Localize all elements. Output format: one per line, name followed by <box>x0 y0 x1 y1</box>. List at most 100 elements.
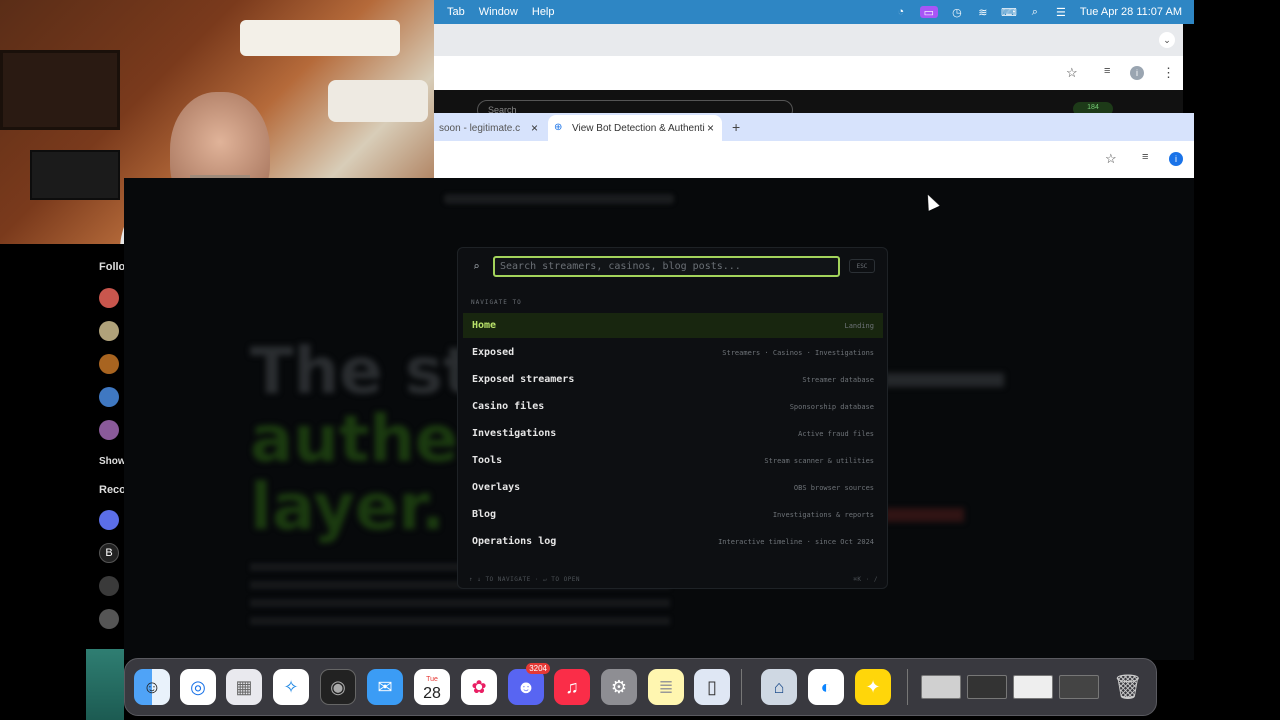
item-desc: Stream scanner & utilities <box>764 456 874 465</box>
peek-badge: 184 <box>1073 102 1113 113</box>
screen-record-icon[interactable]: ▭ <box>919 6 938 19</box>
browser-toolbar: ☆ ≡ i ⋮ <box>434 56 1183 90</box>
bookmark-star-icon[interactable]: ☆ <box>1066 65 1078 81</box>
palette-item-home[interactable]: Home Landing <box>463 313 883 338</box>
screen-recorder-icon[interactable]: ◉ <box>320 669 356 705</box>
command-palette: ⌕ ESC NAVIGATE TO Home Landing Exposed S… <box>457 247 888 589</box>
wifi-icon[interactable]: ≋ <box>976 6 990 19</box>
reading-list-icon[interactable]: ≡ <box>1104 65 1110 77</box>
calendar-icon[interactable]: Tue 28 <box>414 669 450 705</box>
channel-avatar[interactable] <box>99 321 119 341</box>
channel-avatar[interactable]: B <box>99 543 119 563</box>
channel-avatar[interactable] <box>99 288 119 308</box>
palette-item-tools[interactable]: Tools Stream scanner & utilities <box>463 448 883 473</box>
device-app-icon[interactable]: ▯ <box>694 669 730 705</box>
menu-tab[interactable]: Tab <box>446 6 466 18</box>
tab-legitimate[interactable]: soon - legitimate.c × <box>434 115 546 141</box>
marine-radio <box>30 150 120 200</box>
item-name: Casino files <box>472 401 545 412</box>
tab-view-bot-detection[interactable]: ⊕ View Bot Detection & Authenti × <box>548 115 722 141</box>
notes-icon[interactable]: ≣ <box>648 669 684 705</box>
stereo-panel <box>0 50 120 130</box>
tab-title: soon - legitimate.c <box>439 122 521 134</box>
channel-avatar[interactable] <box>99 576 119 596</box>
channel-avatar[interactable] <box>99 420 119 440</box>
dock-separator <box>907 669 908 705</box>
esc-key-hint[interactable]: ESC <box>849 259 875 273</box>
utility-app-icon[interactable]: ⌂ <box>761 669 797 705</box>
page-header-peek: Search 184 <box>434 90 1183 113</box>
control-center-icon[interactable]: ☰ <box>1054 6 1068 19</box>
photos-icon[interactable]: ✿ <box>461 669 497 705</box>
item-desc: Landing <box>844 321 874 330</box>
menu-window[interactable]: Window <box>478 6 519 18</box>
reading-list-icon[interactable]: ≡ <box>1142 151 1148 163</box>
palette-item-exposed-streamers[interactable]: Exposed streamers Streamer database <box>463 367 883 392</box>
palette-item-exposed[interactable]: Exposed Streamers · Casinos · Investigat… <box>463 340 883 365</box>
channel-avatar[interactable] <box>99 387 119 407</box>
tab-title: View Bot Detection & Authenti <box>572 122 705 134</box>
browser-window-front: soon - legitimate.c × ⊕ View Bot Detecti… <box>434 113 1194 178</box>
item-desc: Interactive timeline · since Oct 2024 <box>718 537 874 546</box>
trash-icon[interactable]: 🗑 <box>1110 669 1146 705</box>
item-desc: Sponsorship database <box>789 402 874 411</box>
followed-heading: Follo <box>99 261 126 273</box>
keyboard-hints: ↑ ↓ TO NAVIGATE · ↵ TO OPEN <box>469 576 581 583</box>
stat-blurred <box>884 508 964 522</box>
chrome-icon[interactable]: ◎ <box>180 669 216 705</box>
channel-avatar[interactable] <box>99 609 119 629</box>
item-desc: Streamers · Casinos · Investigations <box>722 348 874 357</box>
palette-item-investigations[interactable]: Investigations Active fraud files <box>463 421 883 446</box>
minimized-window-thumb[interactable] <box>921 675 961 699</box>
vpn-icon[interactable]: ◔ <box>894 6 908 18</box>
new-tab-button[interactable]: + <box>732 119 740 135</box>
status-area: ◔ ▭ ◷ ≋ ⌨ ⌕ ☰ Tue Apr 28 11:07 AM <box>894 6 1194 19</box>
music-icon[interactable]: ♫ <box>554 669 590 705</box>
stat-blurred <box>884 373 1004 387</box>
minimized-window-thumb[interactable] <box>1013 675 1053 699</box>
minimized-window-thumb[interactable] <box>1059 675 1099 699</box>
menu-help[interactable]: Help <box>531 6 556 18</box>
wallpaper-peek <box>86 649 124 720</box>
channel-avatar[interactable] <box>99 354 119 374</box>
quicktime-icon[interactable]: ◐ <box>808 669 844 705</box>
finder-icon[interactable]: ☺ <box>134 669 170 705</box>
profile-avatar[interactable]: i <box>1130 66 1144 80</box>
item-desc: Streamer database <box>802 375 874 384</box>
item-name: Overlays <box>472 482 521 493</box>
close-tab-icon[interactable]: × <box>707 121 714 135</box>
minimized-window-thumb[interactable] <box>967 675 1007 699</box>
item-desc: OBS browser sources <box>793 483 874 492</box>
palette-item-overlays[interactable]: Overlays OBS browser sources <box>463 475 883 500</box>
mail-icon[interactable]: ✉ <box>367 669 403 705</box>
item-name: Exposed <box>472 347 515 358</box>
item-name: Investigations <box>472 428 557 439</box>
dock-separator <box>741 669 742 705</box>
keyboard-icon[interactable]: ⌨ <box>1001 6 1017 19</box>
browser-window-back: ⌄ ☆ ≡ i ⋮ Search 184 <box>434 24 1183 113</box>
tab-search-dropdown-icon[interactable]: ⌄ <box>1159 32 1175 48</box>
system-settings-icon[interactable]: ⚙ <box>601 669 637 705</box>
close-tab-icon[interactable]: × <box>531 121 538 135</box>
show-more-link[interactable]: Show <box>99 456 126 467</box>
safari-icon[interactable]: ✧ <box>273 669 309 705</box>
clock-icon[interactable]: ◷ <box>950 6 964 19</box>
palette-item-operations-log[interactable]: Operations log Interactive timeline · si… <box>463 529 883 554</box>
palette-item-blog[interactable]: Blog Investigations & reports <box>463 502 883 527</box>
navigate-section-label: NAVIGATE TO <box>471 299 522 306</box>
menubar-clock[interactable]: Tue Apr 28 11:07 AM <box>1080 6 1182 18</box>
discord-icon[interactable]: ☻ 3204 <box>508 663 550 705</box>
item-name: Exposed streamers <box>472 374 575 385</box>
idea-bulb-icon[interactable]: ✦ <box>855 669 891 705</box>
bookmark-star-icon[interactable]: ☆ <box>1105 151 1117 167</box>
more-menu-icon[interactable]: ⋮ <box>1162 65 1175 81</box>
item-desc: Active fraud files <box>798 429 874 438</box>
launchpad-icon[interactable]: ▦ <box>226 669 262 705</box>
profile-avatar[interactable]: i <box>1169 152 1183 166</box>
spotlight-search-icon[interactable]: ⌕ <box>1028 6 1042 18</box>
site-search-peek[interactable]: Search <box>477 100 793 113</box>
palette-item-casino-files[interactable]: Casino files Sponsorship database <box>463 394 883 419</box>
calendar-day: 28 <box>423 685 441 702</box>
channel-avatar[interactable] <box>99 510 119 530</box>
palette-search-input[interactable] <box>493 256 840 277</box>
